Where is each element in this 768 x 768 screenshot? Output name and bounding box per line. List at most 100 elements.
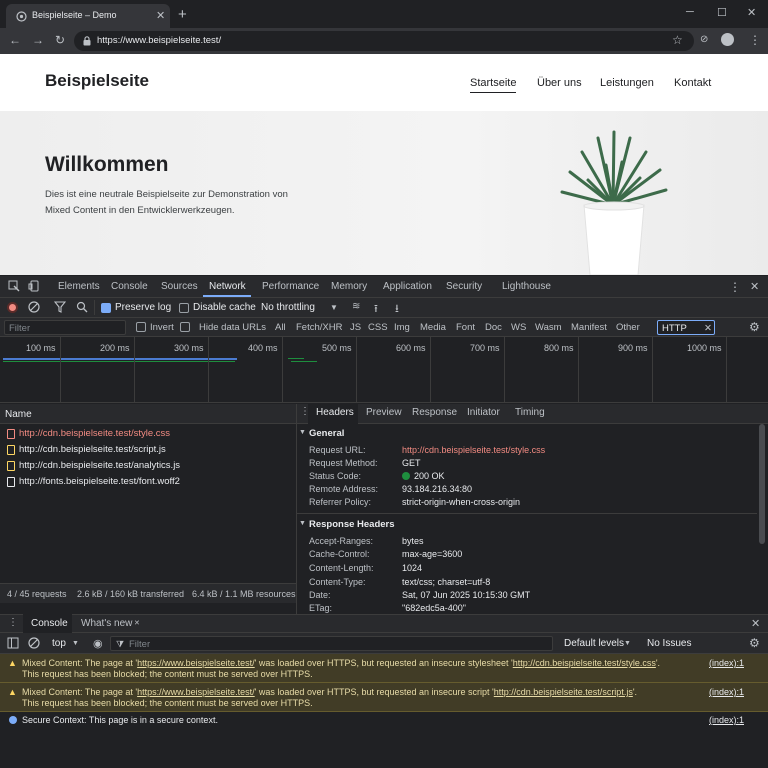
request-row-font-woff2[interactable]: http://fonts.beispielseite.test/font.wof… <box>0 474 296 490</box>
site-logo[interactable]: Beispielseite <box>45 71 149 91</box>
drawer-tab-whats-new[interactable]: What's new <box>81 618 132 629</box>
tab-security[interactable]: Security <box>446 281 482 292</box>
minimize-button[interactable]: ─ <box>686 6 694 18</box>
tab-elements[interactable]: Elements <box>58 281 100 292</box>
type-filter-manifest[interactable]: Manifest <box>571 322 607 333</box>
resource-link[interactable]: http://cdn.beispielseite.test/script.js <box>494 687 633 697</box>
context-select[interactable]: top <box>52 638 66 649</box>
type-filter-ws[interactable]: WS <box>511 322 526 333</box>
page-link[interactable]: https://www.beispielseite.test/ <box>137 658 255 668</box>
source-link[interactable]: (index):1 <box>709 715 744 725</box>
browser-menu-icon[interactable]: ⋮ <box>749 33 761 47</box>
tab-memory[interactable]: Memory <box>331 281 367 292</box>
type-filter-wasm[interactable]: Wasm <box>535 322 562 333</box>
type-filter-img[interactable]: Img <box>394 322 410 333</box>
tab-headers[interactable]: Headers <box>316 407 354 418</box>
source-link[interactable]: (index):1 <box>709 687 744 697</box>
drawer-menu-icon[interactable]: ⋮ <box>8 617 18 628</box>
console-warning-message[interactable]: ▲ Mixed Content: The page at 'https://ww… <box>0 654 768 683</box>
requests-header[interactable]: Name <box>0 404 296 424</box>
type-filter-js[interactable]: JS <box>350 322 361 333</box>
tab-performance[interactable]: Performance <box>262 281 319 292</box>
type-filter-font[interactable]: Font <box>456 322 475 333</box>
clear-icon[interactable] <box>28 301 40 313</box>
resource-link[interactable]: http://cdn.beispielseite.test/style.css <box>513 658 656 668</box>
drawer-tab-close-icon[interactable]: ✕ <box>134 619 140 627</box>
request-row-style-css[interactable]: http://cdn.beispielseite.test/style.css <box>0 426 296 442</box>
download-icon[interactable]: ⭳ <box>395 300 399 319</box>
inspect-element-icon[interactable] <box>8 280 20 292</box>
wifi-icon[interactable]: ≋ <box>352 301 360 312</box>
log-levels-select[interactable]: Default levels <box>564 638 624 649</box>
bookmark-star-icon[interactable]: ☆ <box>672 33 683 47</box>
new-tab-button[interactable]: + <box>178 6 187 23</box>
address-bar[interactable]: https://www.beispielseite.test/ ☆ <box>74 31 694 51</box>
general-section-title[interactable]: General <box>309 428 344 439</box>
text-filter-input[interactable]: HTTP ✕ <box>657 320 715 335</box>
invert-checkbox[interactable] <box>136 322 146 332</box>
expand-triangle-icon[interactable]: ▼ <box>299 429 306 436</box>
browser-tab[interactable]: Beispielseite – Demo ✕ <box>6 4 170 28</box>
upload-icon[interactable]: ⭱ <box>374 300 378 319</box>
tab-network[interactable]: Network <box>209 281 246 292</box>
preserve-log-checkbox[interactable] <box>101 303 111 313</box>
reload-icon[interactable]: ↻ <box>55 33 65 47</box>
source-link[interactable]: (index):1 <box>709 658 744 668</box>
chevron-down-icon[interactable]: ▼ <box>624 640 631 647</box>
page-link[interactable]: https://www.beispielseite.test/ <box>137 687 255 697</box>
extension-icon[interactable]: ⊘ <box>700 34 708 45</box>
nav-link-kontakt[interactable]: Kontakt <box>674 77 711 89</box>
tab-preview[interactable]: Preview <box>366 407 402 418</box>
expand-triangle-icon[interactable]: ▼ <box>299 520 306 527</box>
issues-counter[interactable]: No Issues <box>647 638 691 649</box>
tab-close-icon[interactable]: ✕ <box>156 9 165 22</box>
filter-icon[interactable] <box>54 301 66 313</box>
nav-link-ueber-uns[interactable]: Über uns <box>537 77 582 89</box>
drawer-close-icon[interactable]: ✕ <box>751 617 760 630</box>
type-filter-fetch-xhr[interactable]: Fetch/XHR <box>296 322 342 333</box>
nav-link-startseite[interactable]: Startseite <box>470 77 517 93</box>
request-row-analytics-js[interactable]: http://cdn.beispielseite.test/analytics.… <box>0 458 296 474</box>
tab-sources[interactable]: Sources <box>161 281 198 292</box>
tab-console[interactable]: Console <box>111 281 148 292</box>
lock-icon[interactable] <box>83 36 91 46</box>
response-headers-title[interactable]: Response Headers <box>309 519 395 530</box>
clear-console-icon[interactable] <box>28 637 40 649</box>
tab-timing[interactable]: Timing <box>515 407 545 418</box>
type-filter-doc[interactable]: Doc <box>485 322 502 333</box>
network-settings-gear-icon[interactable]: ⚙ <box>749 320 760 334</box>
console-warning-message[interactable]: ▲ Mixed Content: The page at 'https://ww… <box>0 683 768 712</box>
type-filter-all[interactable]: All <box>275 322 286 333</box>
drawer-tab-console[interactable]: Console <box>31 618 68 629</box>
chevron-down-icon[interactable]: ▼ <box>330 303 338 312</box>
tab-lighthouse[interactable]: Lighthouse <box>502 281 551 292</box>
type-filter-media[interactable]: Media <box>420 322 446 333</box>
profile-avatar[interactable] <box>721 33 734 46</box>
forward-icon[interactable]: → <box>32 33 44 47</box>
back-icon[interactable]: ← <box>9 33 21 47</box>
maximize-button[interactable]: ☐ <box>717 6 727 19</box>
live-expression-eye-icon[interactable]: ◉ <box>93 637 103 650</box>
tab-initiator[interactable]: Initiator <box>467 407 500 418</box>
tab-response[interactable]: Response <box>412 407 457 418</box>
search-icon[interactable] <box>76 301 88 313</box>
sidebar-toggle-icon[interactable] <box>7 637 19 649</box>
filter-input[interactable]: Filter <box>4 320 126 335</box>
details-scrollbar[interactable] <box>759 424 765 544</box>
console-filter-input[interactable]: ⧩ Filter <box>110 636 553 651</box>
throttling-select[interactable]: No throttling <box>261 302 315 313</box>
type-filter-css[interactable]: CSS <box>368 322 388 333</box>
hide-data-urls-checkbox[interactable] <box>180 322 190 332</box>
nav-link-leistungen[interactable]: Leistungen <box>600 77 654 89</box>
type-filter-other[interactable]: Other <box>616 322 640 333</box>
disable-cache-checkbox[interactable] <box>179 303 189 313</box>
clear-filter-icon[interactable]: ✕ <box>704 323 712 334</box>
device-toolbar-icon[interactable] <box>28 280 40 292</box>
devtools-close-icon[interactable]: ✕ <box>750 280 759 293</box>
chevron-down-icon[interactable]: ▼ <box>72 640 79 647</box>
devtools-menu-icon[interactable]: ⋮ <box>729 280 741 294</box>
record-icon[interactable] <box>7 302 18 313</box>
request-row-script-js[interactable]: http://cdn.beispielseite.test/script.js <box>0 442 296 458</box>
close-window-button[interactable]: ✕ <box>747 6 756 19</box>
console-settings-gear-icon[interactable]: ⚙ <box>749 636 760 650</box>
